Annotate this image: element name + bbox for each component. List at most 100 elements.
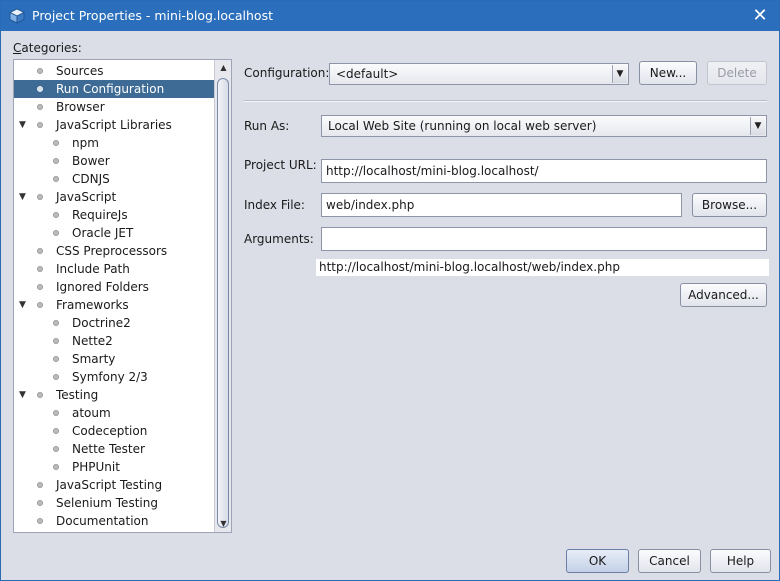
expand-toggle-icon[interactable]: ▼ (19, 389, 29, 401)
node-bullet-icon (37, 266, 43, 272)
tree-item-label: Ignored Folders (56, 280, 149, 294)
advanced-button[interactable]: Advanced... (680, 283, 767, 307)
tree-item-label: Selenium Testing (56, 496, 158, 510)
node-bullet-icon (53, 374, 59, 380)
tree-item-label: Smarty (72, 352, 116, 366)
ok-button[interactable]: OK (566, 549, 629, 573)
categories-tree[interactable]: Sources Run Configuration Browser ▼ JavaScri… (13, 59, 232, 533)
tree-item-label: Symfony 2/3 (72, 370, 148, 384)
node-bullet-icon (37, 500, 43, 506)
node-bullet-icon (53, 140, 59, 146)
tree-item-label: Nette Tester (72, 442, 145, 456)
tree-item[interactable]: Nette2 (14, 332, 215, 350)
tree-item[interactable]: Bower (14, 152, 215, 170)
tree-item-label: JavaScript Testing (56, 478, 163, 492)
tree-item[interactable]: CDNJS (14, 170, 215, 188)
project-properties-dialog: Project Properties - mini-blog.localhost… (0, 0, 780, 581)
tree-item-label: Nette2 (72, 334, 113, 348)
node-bullet-icon (53, 230, 59, 236)
node-bullet-icon (53, 464, 59, 470)
netbeans-cube-icon (9, 8, 25, 24)
tree-item-label: atoum (72, 406, 111, 420)
index-file-label: Index File: (244, 198, 305, 212)
node-bullet-icon (37, 248, 43, 254)
help-button[interactable]: Help (710, 549, 771, 573)
cancel-button[interactable]: Cancel (638, 549, 701, 573)
tree-item[interactable]: Symfony 2/3 (14, 368, 215, 386)
tree-item[interactable]: Codeception (14, 422, 215, 440)
tree-item[interactable]: Oracle JET (14, 224, 215, 242)
tree-item-label: JavaScript Libraries (56, 118, 172, 132)
node-bullet-icon (37, 302, 43, 308)
node-bullet-icon (37, 86, 43, 92)
tree-item[interactable]: Nette Tester (14, 440, 215, 458)
tree-item[interactable]: Include Path (14, 260, 215, 278)
tree-item[interactable]: Doctrine2 (14, 314, 215, 332)
tree-item-label: RequireJs (72, 208, 128, 222)
title-bar[interactable]: Project Properties - mini-blog.localhost… (1, 1, 779, 31)
node-bullet-icon (37, 68, 43, 74)
index-file-field[interactable]: web/index.php (321, 193, 682, 217)
tree-item-label: Browser (56, 100, 105, 114)
tree-item-label: JavaScript (56, 190, 117, 204)
categories-scrollbar[interactable]: ▲ ▼ (214, 60, 231, 532)
expand-toggle-icon[interactable]: ▼ (19, 119, 29, 131)
tree-item[interactable]: Smarty (14, 350, 215, 368)
tree-item-label: Sources (56, 64, 104, 78)
scroll-thumb[interactable] (217, 78, 229, 528)
tree-item[interactable]: ▼ Frameworks (14, 296, 215, 314)
tree-item[interactable]: Browser (14, 98, 215, 116)
tree-item-label: Include Path (56, 262, 130, 276)
tree-item-label: Frameworks (56, 298, 129, 312)
node-bullet-icon (37, 284, 43, 290)
tree-item[interactable]: PHPUnit (14, 458, 215, 476)
delete-button[interactable]: Delete (707, 61, 767, 85)
tree-item[interactable]: JavaScript Testing (14, 476, 215, 494)
chevron-down-icon[interactable]: ▼ (612, 65, 627, 83)
tree-item[interactable]: atoum (14, 404, 215, 422)
close-icon[interactable]: ✕ (747, 4, 773, 28)
tree-item[interactable]: Run Configuration (14, 80, 215, 98)
chevron-down-icon[interactable]: ▼ (750, 117, 765, 135)
tree-item-label: PHPUnit (72, 460, 120, 474)
node-bullet-icon (53, 212, 59, 218)
tree-item[interactable]: Documentation (14, 512, 215, 530)
project-url-label: Project URL: (244, 158, 317, 172)
configuration-label: Configuration: (244, 66, 330, 80)
project-url-field[interactable]: http://localhost/mini-blog.localhost/ (321, 159, 767, 183)
node-bullet-icon (53, 176, 59, 182)
node-bullet-icon (53, 410, 59, 416)
scroll-down-icon[interactable]: ▼ (218, 518, 229, 530)
resolved-url-text: http://localhost/mini-blog.localhost/web… (316, 259, 769, 276)
tree-item-label: Codeception (72, 424, 148, 438)
node-bullet-icon (37, 482, 43, 488)
tree-item[interactable]: Ignored Folders (14, 278, 215, 296)
node-bullet-icon (37, 122, 43, 128)
tree-item[interactable]: RequireJs (14, 206, 215, 224)
tree-item[interactable]: ▼ Testing (14, 386, 215, 404)
node-bullet-icon (53, 320, 59, 326)
expand-toggle-icon[interactable]: ▼ (19, 299, 29, 311)
run-as-select[interactable]: Local Web Site (running on local web ser… (321, 115, 767, 137)
node-bullet-icon (53, 158, 59, 164)
node-bullet-icon (53, 446, 59, 452)
configuration-select[interactable]: <default> ▼ (329, 63, 629, 85)
arguments-field[interactable] (321, 227, 767, 251)
tree-item[interactable]: Sources (14, 62, 215, 80)
tree-item[interactable]: ▼ JavaScript Libraries (14, 116, 215, 134)
browse-button[interactable]: Browse... (692, 193, 767, 217)
scroll-up-icon[interactable]: ▲ (218, 62, 229, 74)
tree-item-label: npm (72, 136, 99, 150)
expand-toggle-icon[interactable]: ▼ (19, 191, 29, 203)
tree-item[interactable]: Selenium Testing (14, 494, 215, 512)
node-bullet-icon (37, 194, 43, 200)
tree-item-label: Doctrine2 (72, 316, 131, 330)
node-bullet-icon (37, 518, 43, 524)
tree-item[interactable]: ▼ JavaScript (14, 188, 215, 206)
tree-item[interactable]: CSS Preprocessors (14, 242, 215, 260)
window-title: Project Properties - mini-blog.localhost (32, 8, 273, 23)
tree-item-label: CDNJS (72, 172, 110, 186)
new-button[interactable]: New... (639, 61, 697, 85)
tree-item[interactable]: npm (14, 134, 215, 152)
tree-item-label: CSS Preprocessors (56, 244, 168, 258)
